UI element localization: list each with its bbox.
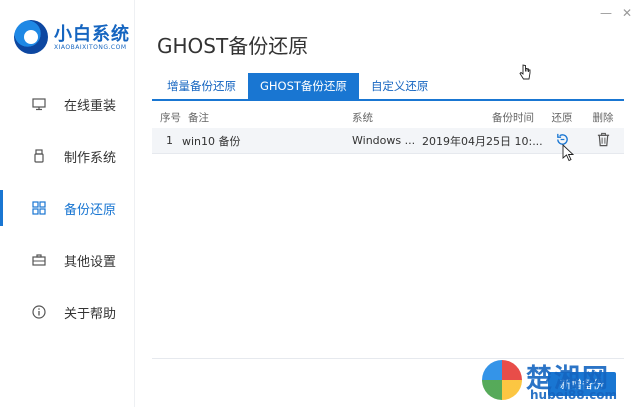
sidebar-item-label: 制作系统 [64,150,117,166]
monitor-icon [32,97,46,111]
sidebar-item-label: 关于帮助 [64,306,117,322]
watermark-url: hubei88.com [530,388,618,402]
header-delete: 删除 [592,111,614,124]
sidebar-item-online-reinstall[interactable]: 在线重装 [0,78,135,130]
close-button[interactable]: ✕ [622,6,632,20]
sidebar-item-label: 在线重装 [64,98,117,114]
table-header: 序号 备注 系统 备份时间 还原 删除 [152,106,624,128]
sidebar: 小白系统 XIAOBAIXITONG.COM 在线重装 制作系统 备份还原 其他… [0,0,135,407]
sidebar-item-label: 备份还原 [64,202,117,218]
logo-text: 小白系统 [54,24,130,45]
grid-icon [32,201,46,215]
sidebar-item-label: 其他设置 [64,254,117,270]
info-icon [32,305,46,319]
minimize-button[interactable]: — [600,6,612,20]
sidebar-item-backup-restore[interactable]: 备份还原 [0,182,135,234]
sidebar-item-other-settings[interactable]: 其他设置 [0,234,135,286]
cell-time: 2019年04月25日 10:... [422,134,542,148]
tab-incremental-backup[interactable]: 增量备份还原 [155,73,248,99]
header-restore: 还原 [551,111,573,124]
backup-table: 序号 备注 系统 备份时间 还原 删除 1 win10 备份 Windows .… [152,106,624,154]
cell-note: win10 备份 [182,134,241,148]
briefcase-icon [32,253,46,267]
site-watermark: 楚湘网 hubei88.com [482,358,632,404]
table-row[interactable]: 1 win10 备份 Windows ... 2019年04月25日 10:..… [152,128,624,154]
arrow-cursor-icon [562,144,575,162]
app-logo: 小白系统 XIAOBAIXITONG.COM [14,18,130,58]
watermark-seal-icon [482,360,522,400]
cell-delete [582,131,624,150]
tab-custom-restore[interactable]: 自定义还原 [359,73,441,99]
hand-cursor-icon [519,64,531,80]
sidebar-nav: 在线重装 制作系统 备份还原 其他设置 关于帮助 [0,78,135,338]
trash-icon[interactable] [595,131,611,147]
logo-subtitle: XIAOBAIXITONG.COM [54,44,127,51]
usb-icon [32,149,46,163]
tab-ghost-backup[interactable]: GHOST备份还原 [248,73,359,99]
tab-bar: 增量备份还原 GHOST备份还原 自定义还原 [155,73,440,99]
header-system: 系统 [352,111,373,124]
cell-no: 1 [166,134,173,147]
header-time: 备份时间 [492,111,534,124]
sidebar-item-about-help[interactable]: 关于帮助 [0,286,135,338]
tab-underline [152,99,624,101]
page-title: GHOST备份还原 [157,34,309,58]
sidebar-item-make-system[interactable]: 制作系统 [0,130,135,182]
header-note: 备注 [188,111,209,124]
header-no: 序号 [160,111,181,124]
cell-system: Windows ... [352,134,416,147]
logo-mark-icon [14,20,48,54]
